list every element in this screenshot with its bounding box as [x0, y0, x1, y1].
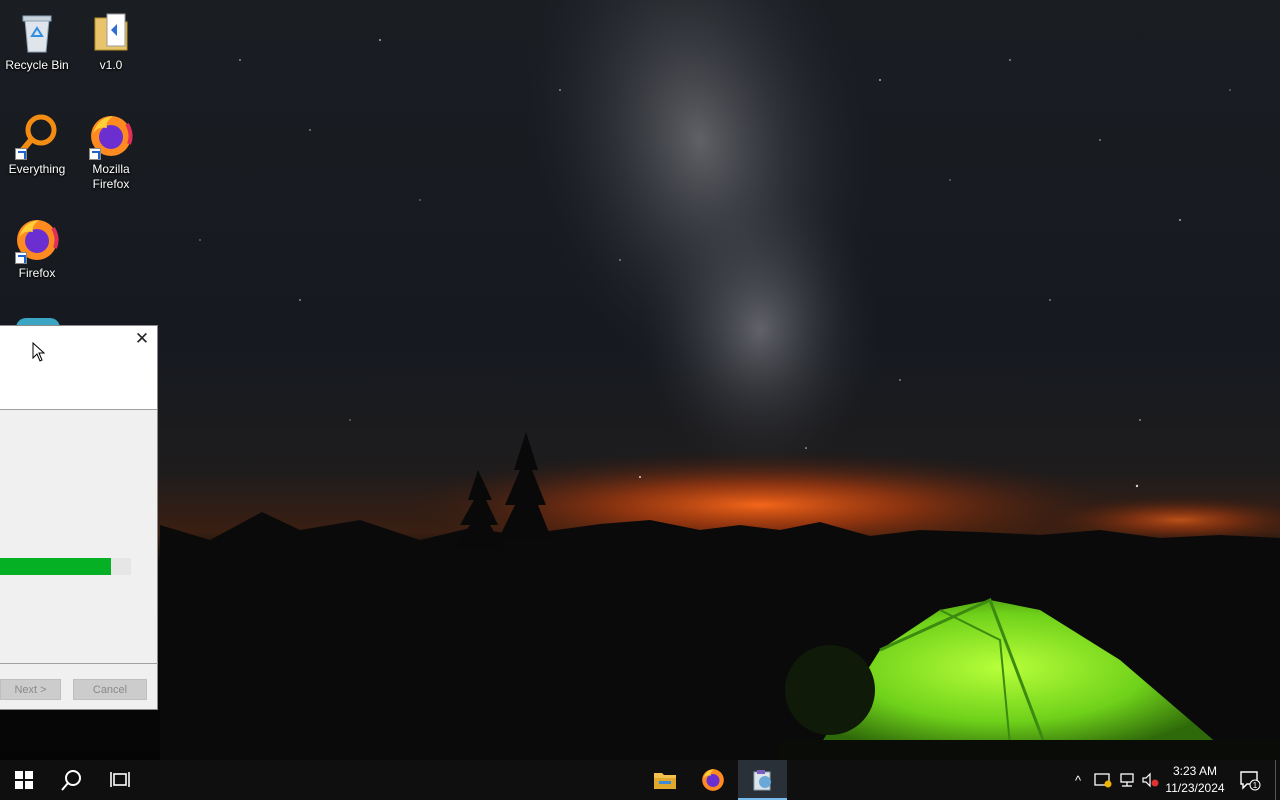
task-view-button[interactable] — [96, 760, 144, 800]
start-button[interactable] — [0, 760, 48, 800]
system-clock[interactable]: 3:23 AM 11/23/2024 — [1160, 763, 1230, 797]
desktop-icon-everything[interactable]: Everything — [0, 112, 74, 177]
show-desktop-button[interactable] — [1275, 760, 1280, 800]
tray-volume-muted-icon[interactable] — [1140, 770, 1160, 790]
search-icon — [61, 770, 81, 791]
action-center-button[interactable]: 1 — [1230, 760, 1270, 800]
taskbar-file-explorer[interactable] — [641, 760, 689, 800]
task-view-icon — [110, 772, 130, 787]
cancel-button[interactable]: Cancel — [73, 679, 147, 700]
recycle-bin-icon — [13, 8, 61, 56]
firefox-icon — [13, 216, 61, 264]
dialog-separator — [0, 663, 158, 664]
search-button[interactable] — [48, 760, 96, 800]
installer-app-icon — [753, 770, 771, 791]
desktop-wallpaper — [0, 0, 1280, 760]
desktop-icon-firefox[interactable]: Firefox — [0, 216, 74, 281]
shortcut-overlay-icon — [89, 148, 101, 160]
folder-icon — [87, 8, 135, 56]
clock-time: 3:23 AM — [1172, 764, 1218, 778]
dialog-header — [0, 351, 157, 410]
everything-search-icon — [13, 112, 61, 160]
progress-fill — [0, 558, 112, 575]
desktop-icon-mozilla-firefox[interactable]: Mozilla Firefox — [74, 112, 148, 192]
notifications-icon: 1 — [1240, 771, 1261, 791]
desktop-icon-label: v1.0 — [99, 58, 123, 72]
taskbar-firefox[interactable] — [689, 760, 737, 800]
mouse-cursor-icon — [32, 342, 46, 362]
tray-network-icon[interactable] — [1117, 770, 1137, 790]
desktop-icon-label: Recycle Bin — [5, 58, 69, 72]
shortcut-overlay-icon — [15, 252, 27, 264]
tray-overflow-chevron-icon[interactable]: ^ — [1068, 770, 1088, 790]
taskbar-installer-app[interactable] — [738, 760, 787, 800]
desktop-icon-label: Everything — [8, 162, 66, 176]
desktop-icon-label: Mozilla Firefox — [92, 162, 130, 191]
desktop-icon-recycle-bin[interactable]: Recycle Bin — [0, 8, 74, 73]
firefox-icon — [87, 112, 135, 160]
desktop-icon-label: Firefox — [18, 266, 56, 280]
taskbar: ^ 3:23 AM 11/23/2024 1 — [0, 760, 1280, 800]
next-button[interactable]: Next > — [0, 679, 61, 700]
install-progress-bar — [0, 558, 131, 575]
close-button[interactable]: ✕ — [127, 326, 157, 351]
dialog-titlebar[interactable]: ✕ — [0, 326, 157, 351]
clock-date: 11/23/2024 — [1165, 781, 1225, 795]
shortcut-overlay-icon — [15, 148, 27, 160]
file-explorer-icon — [654, 773, 676, 789]
installer-dialog: ✕ Next > Cancel — [0, 325, 158, 710]
desktop-icon-v1-folder[interactable]: v1.0 — [74, 8, 148, 73]
windows-start-icon — [15, 771, 33, 789]
notification-count-badge: 1 — [1253, 781, 1258, 790]
tray-security-warning-icon[interactable] — [1093, 770, 1113, 790]
firefox-icon — [702, 769, 724, 791]
